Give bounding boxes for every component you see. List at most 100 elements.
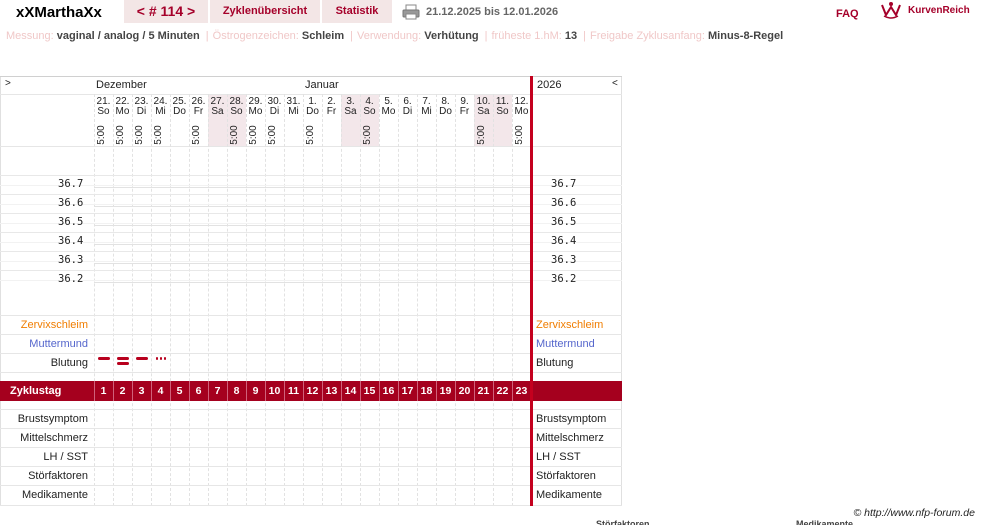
info-key: Östrogenzeichen: [212, 30, 302, 42]
symptom-label-left: Medikamente [21, 489, 88, 501]
nav-left-arrow[interactable]: > [5, 78, 11, 89]
kurvenreich-logo-icon[interactable] [880, 1, 902, 19]
day-time: 5:00 [134, 125, 145, 145]
symptom-label-left: Mittelschmerz [20, 432, 88, 444]
cycle-day-number[interactable]: 21 [474, 385, 493, 397]
cycle-day-number[interactable]: 5 [170, 385, 189, 397]
cycle-navigation[interactable]: < # 114 > [124, 0, 208, 23]
symptom-label-left: Brustsymptom [17, 413, 88, 425]
day-time: 5:00 [362, 125, 373, 145]
cycle-chart: > Dezember Januar 2026 <21. So 5:00 22. Mo 5:00 23… [0, 76, 622, 506]
grid-column-line [436, 94, 437, 506]
cycle-day-number[interactable]: 14 [341, 385, 360, 397]
cycle-day-number[interactable]: 12 [303, 385, 322, 397]
temp-grid-line [0, 251, 622, 252]
top-bar: xXMarthaXx < # 114 > Zyklenübersicht Sta… [0, 0, 981, 24]
bleeding-heavy-mark [97, 357, 110, 360]
cycle-day-number[interactable]: 2 [113, 385, 132, 397]
cycle-day-number[interactable]: 10 [265, 385, 284, 397]
cycle-day-number[interactable]: 20 [455, 385, 474, 397]
row-line [0, 447, 622, 448]
info-separator: | [350, 30, 353, 42]
grid-column-line [360, 94, 361, 506]
day-weekday: Fr [459, 106, 470, 117]
temperature-label-left: 36.4 [58, 235, 84, 247]
cycle-day-number[interactable]: 6 [189, 385, 208, 397]
grid-column-line [474, 94, 475, 506]
temperature-label-left: 36.7 [58, 178, 84, 190]
symptom-label-left: Störfaktoren [28, 470, 88, 482]
grid-column-line [170, 94, 171, 506]
row-line [0, 409, 622, 410]
grid-column-line [246, 94, 247, 506]
info-separator: | [484, 30, 488, 42]
year-label: 2026 [537, 79, 562, 91]
temp-grid-line [0, 184, 622, 186]
cycle-info-bar: Messung: vaginal / analog / 5 Minuten | Ös… [6, 30, 785, 42]
symptom-label-right: Brustsymptom [536, 413, 607, 425]
day-time: 5:00 [305, 125, 316, 145]
cycle-day-number[interactable]: 13 [322, 385, 341, 397]
grid-column-line [132, 94, 133, 506]
grid-column-line [94, 94, 95, 506]
cycle-day-number[interactable]: 3 [132, 385, 151, 397]
cycle-day-number[interactable]: 19 [436, 385, 455, 397]
temperature-line [94, 282, 531, 283]
bleeding-medium-mark [135, 357, 148, 360]
day-weekday: Di [269, 106, 280, 117]
cycle-day-number[interactable]: 7 [208, 385, 227, 397]
bleeding-spotting-mark [159, 357, 162, 360]
cycle-day-number[interactable]: 23 [512, 385, 531, 397]
cycle-day-number[interactable]: 16 [379, 385, 398, 397]
nav-right-arrow[interactable]: < [612, 78, 618, 89]
temperature-line [94, 263, 531, 264]
cycle-day-number[interactable]: 9 [246, 385, 265, 397]
month-december: Dezember [96, 79, 147, 91]
observation-label-right: Muttermund [536, 338, 595, 350]
temperature-line [94, 187, 531, 188]
temp-grid-line [0, 279, 622, 281]
cycle-day-number[interactable]: 22 [493, 385, 512, 397]
statistics-tab[interactable]: Statistik [322, 0, 392, 23]
cycle-day-number[interactable]: 15 [360, 385, 379, 397]
cycle-day-number[interactable]: 8 [227, 385, 246, 397]
grid-column-line [303, 94, 304, 506]
day-weekday: Sa [344, 106, 357, 117]
info-key: Messung: [6, 30, 57, 42]
day-weekday: Sa [211, 106, 224, 117]
cycle-day-number[interactable]: 11 [284, 385, 303, 397]
day-weekday: Sa [477, 106, 490, 117]
temp-grid-line [0, 232, 622, 233]
temperature-label-left: 36.2 [58, 273, 84, 285]
printer-icon[interactable] [402, 4, 420, 20]
info-key: Freigabe Zyklusanfang: [589, 30, 708, 42]
cycle-day-row: Zyklustag 1 2 3 4 5 6 7 8 9 10 11 12 13 14 15 16 17 18 19 20… [0, 381, 622, 401]
symptom-label-right: Störfaktoren [536, 470, 596, 482]
day-weekday: So [97, 106, 110, 117]
temperature-label-right: 36.5 [551, 216, 577, 228]
temp-grid-line [0, 203, 622, 205]
info-value: Schleim [301, 30, 345, 42]
row-line [0, 334, 622, 335]
grid-column-line [208, 94, 209, 506]
cycle-overview-tab[interactable]: Zyklenübersicht [210, 0, 320, 23]
grid-column-line [512, 94, 513, 506]
day-weekday: Fr [193, 106, 204, 117]
grid-column-line [493, 94, 494, 506]
cycle-day-number[interactable]: 18 [417, 385, 436, 397]
kurvenreich-logo-text[interactable]: KurvenReich [908, 5, 970, 16]
copyright: © http://www.nfp-forum.de [853, 507, 975, 519]
day-weekday: So [363, 106, 376, 117]
cycle-day-number[interactable]: 4 [151, 385, 170, 397]
grid-column-line [379, 94, 380, 506]
grid-column-line [322, 94, 323, 506]
day-weekday: Mi [155, 106, 166, 117]
day-weekday: Do [173, 106, 186, 117]
cycle-day-number[interactable]: 17 [398, 385, 417, 397]
cycle-day-number[interactable]: 1 [94, 385, 113, 397]
faq-link[interactable]: FAQ [836, 8, 859, 20]
temperature-label-right: 36.6 [551, 197, 577, 209]
temp-grid-line [0, 260, 622, 262]
bleeding-spotting-mark [155, 357, 158, 360]
day-weekday: Mi [288, 106, 299, 117]
